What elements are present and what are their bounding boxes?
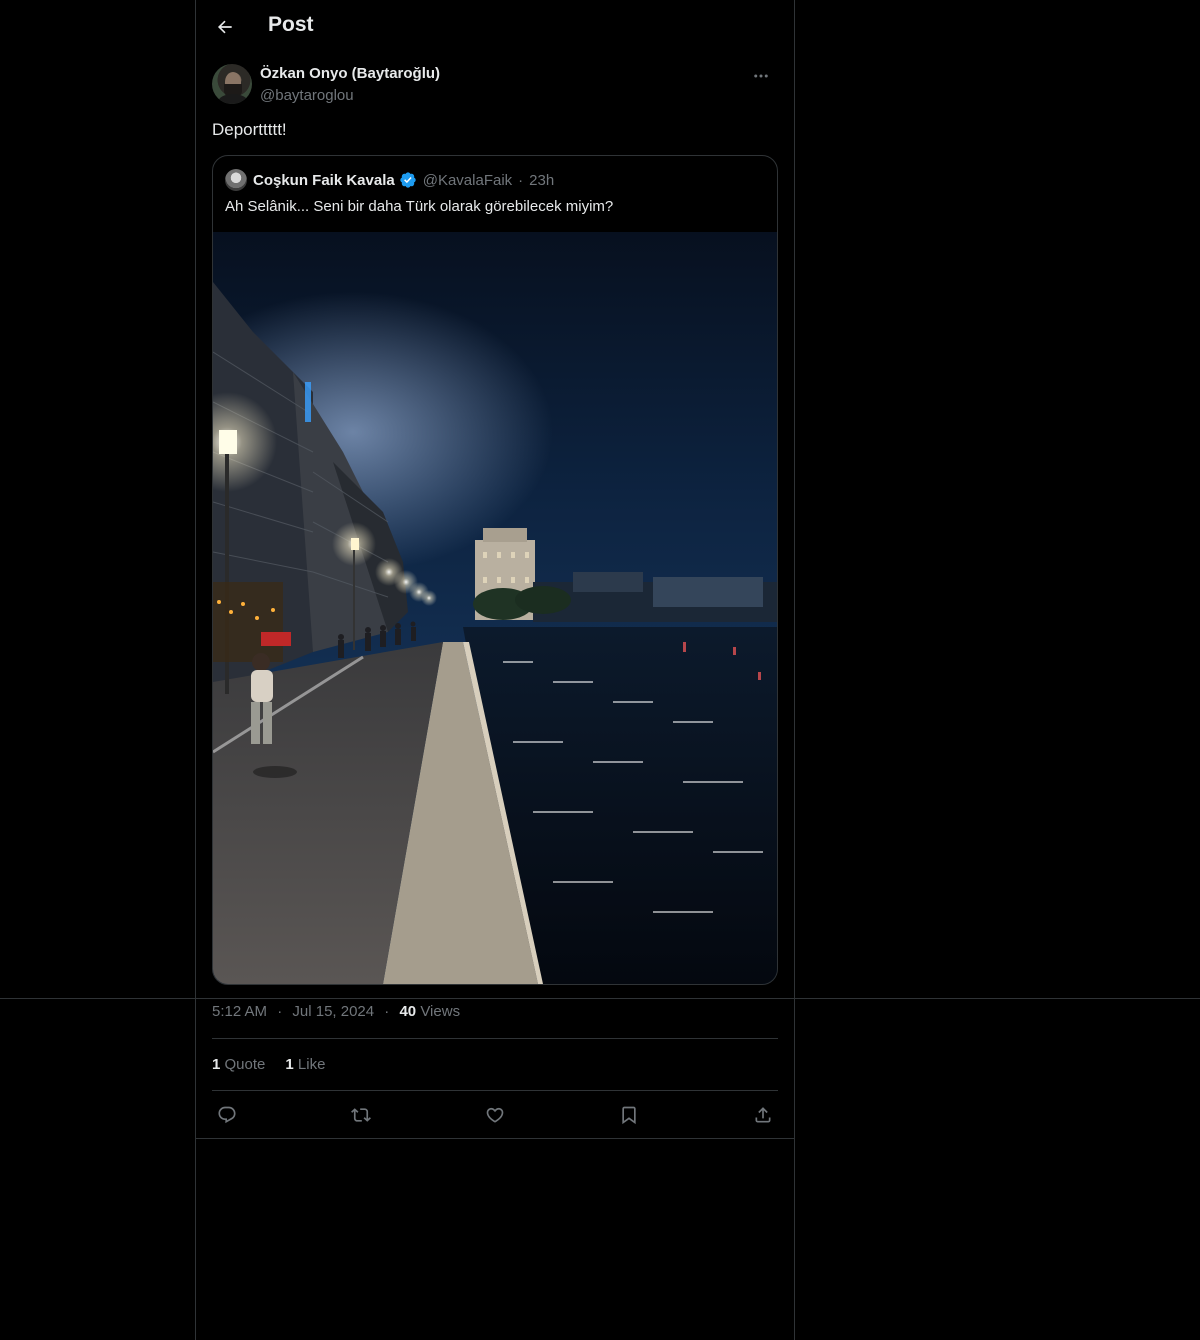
repost-button[interactable]: [346, 1100, 376, 1130]
quote-label: Quote: [224, 1056, 266, 1073]
night-waterfront-photo: [213, 232, 777, 984]
more-button[interactable]: [744, 64, 778, 88]
divider: [212, 1090, 778, 1091]
quoted-post-text: Ah Selânik... Seni bir daha Türk olarak …: [225, 198, 614, 215]
post-text: Deporttttt!: [212, 120, 287, 139]
reply-button[interactable]: [212, 1100, 242, 1130]
page-title: Post: [268, 13, 314, 36]
more-horizontal-icon: [752, 67, 770, 85]
post-actions: [212, 1100, 778, 1130]
post-meta: 5:12 AM · Jul 15, 2024 · 40 Views: [212, 1003, 460, 1020]
main-column: Post Özkan Onyo (Baytaroğlu) @baytaroglo…: [195, 0, 795, 1340]
quoted-post-time: 23h: [529, 171, 555, 189]
quote-count: 1: [212, 1056, 221, 1073]
quoted-post[interactable]: Coşkun Faik Kavala @KavalaFaik · 23h Ah …: [212, 155, 778, 985]
post-stats: 1 Quote 1 Like: [212, 1056, 325, 1073]
separator-dot: ·: [518, 171, 524, 189]
divider: [212, 1038, 778, 1039]
quoted-author-handle: @KavalaFaik: [422, 171, 513, 189]
share-icon: [753, 1105, 773, 1125]
share-button[interactable]: [748, 1100, 778, 1130]
arrow-left-icon: [215, 17, 235, 37]
views-label: Views: [420, 1003, 461, 1020]
author-name[interactable]: Özkan Onyo (Baytaroğlu): [260, 65, 440, 82]
separator-dot: ·: [277, 1003, 283, 1020]
quoted-post-header: Coşkun Faik Kavala @KavalaFaik · 23h: [225, 168, 554, 192]
post-time[interactable]: 5:12 AM: [212, 1003, 267, 1020]
verified-badge-icon: [399, 171, 417, 189]
quotes-stat[interactable]: 1 Quote: [212, 1056, 265, 1073]
like-button[interactable]: [480, 1100, 510, 1130]
repost-icon: [351, 1105, 371, 1125]
back-button[interactable]: [208, 10, 242, 44]
quoted-post-image[interactable]: [213, 232, 777, 984]
separator-dot: ·: [384, 1003, 390, 1020]
likes-stat[interactable]: 1 Like: [285, 1056, 325, 1073]
bookmark-icon: [619, 1105, 639, 1125]
page-header: Post: [196, 0, 794, 53]
reply-icon: [217, 1105, 237, 1125]
post-date[interactable]: Jul 15, 2024: [292, 1003, 374, 1020]
quoted-author-name: Coşkun Faik Kavala: [253, 171, 395, 189]
like-icon: [485, 1105, 505, 1125]
like-count: 1: [285, 1056, 294, 1073]
post-author: Özkan Onyo (Baytaroğlu) @baytaroglou: [212, 64, 778, 108]
like-label: Like: [297, 1056, 326, 1073]
avatar: [225, 169, 247, 191]
author-handle[interactable]: @baytaroglou: [260, 87, 354, 104]
divider: [196, 1138, 794, 1139]
views-count: 40: [399, 1003, 417, 1020]
bookmark-button[interactable]: [614, 1100, 644, 1130]
avatar[interactable]: [212, 64, 252, 104]
